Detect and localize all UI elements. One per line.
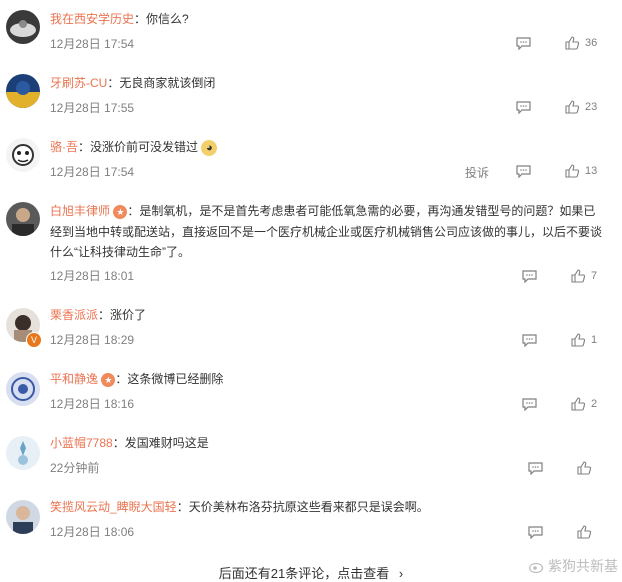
verified-badge-icon: ★ [101,372,116,387]
username-link[interactable]: 栗香派派 [50,308,98,322]
comment-button[interactable] [528,462,543,475]
thumbs-up-icon [571,269,585,283]
comment-line: 栗香派派：涨价了 [50,308,147,322]
comment-icon [528,462,543,475]
comment-icon [516,37,531,50]
watermark: 紫狗共新基 [529,556,618,576]
comment-icon [516,165,531,178]
comment-line: 平和静逸 ★ ：这条微博已经删除 [50,372,224,387]
username-link[interactable]: 我在西安学历史 [50,12,134,26]
comment-button[interactable] [528,526,543,539]
like-button[interactable]: 7 [571,269,597,283]
comment-icon [522,270,537,283]
comment-line: 白旭丰律师 ★ ：是制氧机，是不是首先考虑患者可能低氧急需的必要，再沟通发错型号的… [50,204,596,219]
comment-text: 涨价了 [110,308,147,322]
comment-line: 我在西安学历史：你信么? [50,12,189,26]
like-count: 2 [591,398,598,410]
verified-badge-icon: ★ [113,204,128,219]
watermark-text: 紫狗共新基 [548,558,618,574]
like-count: 13 [585,165,598,177]
username-link[interactable]: 小蓝帽7788 [50,436,113,450]
like-button[interactable]: 1 [571,333,597,347]
report-link[interactable]: 投诉 [465,164,489,181]
thumbs-up-icon [565,100,579,114]
timestamp: 22分钟前 [50,461,100,475]
username-link[interactable]: 笑揽风云动_睥睨大国轻 [50,500,177,514]
comment-text: 发国难财吗这是 [124,436,209,450]
comment-line: 牙刷苏-CU：无良商家就该倒闭 [50,76,216,90]
timestamp: 12月28日 18:06 [50,525,135,539]
comment-button[interactable] [522,270,537,283]
comment-button[interactable] [516,37,531,50]
cat-emoji-icon: ◕ [201,139,218,156]
weibo-logo-icon [529,562,544,573]
like-button[interactable]: 13 [565,164,597,178]
thumbs-up-icon [577,461,591,475]
avatar[interactable] [6,138,40,172]
username-link[interactable]: 白旭丰律师 [50,204,110,218]
like-button[interactable]: 36 [565,36,597,50]
like-count: 7 [591,270,598,282]
timestamp: 12月28日 18:29 [50,333,135,347]
timestamp: 12月28日 17:55 [50,101,135,115]
comment-text: 天价美林布洛芬抗原这些看来都只是误会啊。 [188,500,429,514]
comment-text: 什么“让科技律动生命”了。 [50,245,190,259]
comment-text: 经到当地中转或配送站，直接返回不是一个医疗机械企业或医疗机械销售公司应该做的事儿… [50,225,603,239]
like-count: 23 [585,101,598,113]
thumbs-up-icon [577,525,591,539]
username-link[interactable]: 骆·吾 [50,140,78,154]
avatar[interactable] [6,202,40,236]
thumbs-up-icon [565,36,579,50]
thumbs-up-icon [565,164,579,178]
comment-icon [516,101,531,114]
comment-button[interactable] [516,101,531,114]
timestamp: 12月28日 18:16 [50,397,135,411]
comment-text: 你信么? [146,12,189,26]
like-count: 36 [585,37,598,49]
avatar[interactable] [6,372,40,406]
like-button[interactable]: 23 [565,100,597,114]
comment-text: 是制氧机，是不是首先考虑患者可能低氧急需的必要，再沟通发错型号的问题？如果已 [139,204,596,218]
timestamp: 12月28日 17:54 [50,165,135,179]
avatar[interactable] [6,10,40,44]
like-button[interactable]: 2 [571,397,597,411]
comment-button[interactable] [522,398,537,411]
thumbs-up-icon [571,397,585,411]
comment-line: 骆·吾：没涨价前可没发错过 ◕ [50,137,218,157]
more-comments-label: 后面还有21条评论，点击查看 [218,566,390,581]
like-button[interactable] [577,461,591,475]
like-button[interactable] [577,525,591,539]
like-count: 1 [591,334,598,346]
username-link[interactable]: 平和静逸 [50,372,98,386]
comment-line: 笑揽风云动_睥睨大国轻：天价美林布洛芬抗原这些看来都只是误会啊。 [50,500,429,514]
comment-icon [522,398,537,411]
comment-text: 无良商家就该倒闭 [119,76,216,90]
thumbs-up-icon [571,333,585,347]
comment-icon [522,334,537,347]
verified-badge-icon: V [26,332,42,348]
timestamp: 12月28日 18:01 [50,269,135,283]
timestamp: 12月28日 17:54 [50,37,135,51]
comment-button[interactable] [516,165,531,178]
comment-button[interactable] [522,334,537,347]
comment-text: 这条微博已经删除 [127,372,224,386]
comment-text: 没涨价前可没发错过 [90,140,199,154]
comment-icon [528,526,543,539]
avatar[interactable] [6,436,40,470]
avatar[interactable] [6,500,40,534]
chevron-right-icon: › [398,566,404,581]
avatar[interactable] [6,74,40,108]
username-link[interactable]: 牙刷苏-CU [50,76,107,90]
comment-line: 小蓝帽7788：发国难财吗这是 [50,436,209,450]
